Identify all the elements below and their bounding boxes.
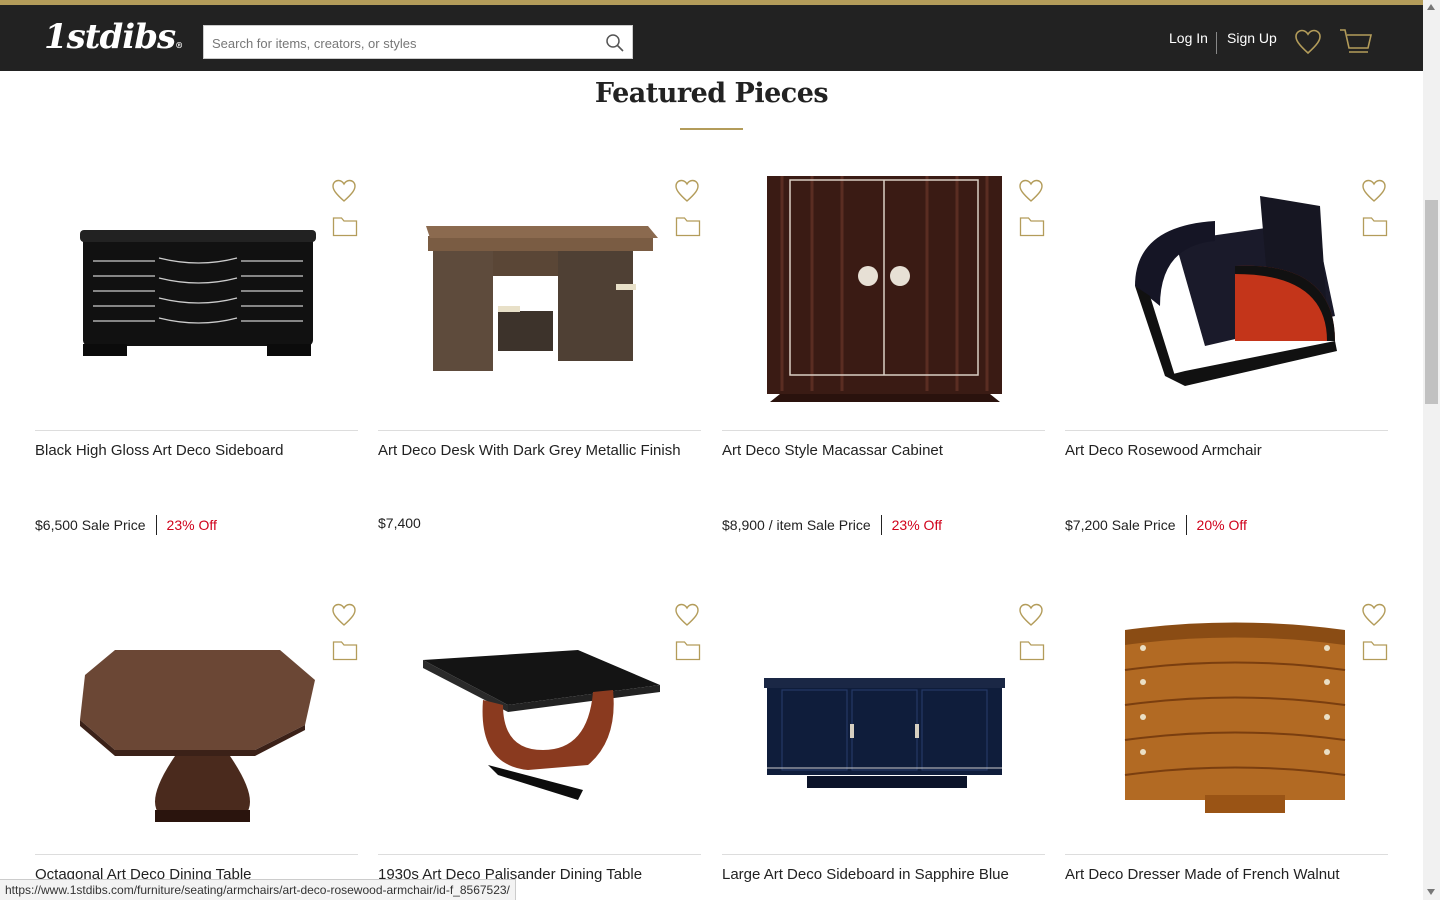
product-price: $6,500 Sale Price 23% Off — [35, 515, 217, 535]
heart-icon[interactable] — [1018, 178, 1044, 204]
section-title-underline — [680, 128, 743, 130]
card-divider — [1065, 854, 1388, 855]
folder-icon[interactable] — [1362, 215, 1388, 237]
auth-divider — [1216, 32, 1217, 54]
folder-icon[interactable] — [1362, 639, 1388, 661]
heart-icon[interactable] — [1294, 28, 1322, 56]
product-image[interactable] — [1065, 166, 1388, 426]
product-image[interactable] — [722, 590, 1045, 850]
folder-icon[interactable] — [1019, 215, 1045, 237]
folder-icon[interactable] — [332, 639, 358, 661]
folder-icon[interactable] — [675, 639, 701, 661]
section-title: Featured Pieces — [594, 78, 829, 109]
folder-icon[interactable] — [675, 215, 701, 237]
card-divider — [35, 854, 358, 855]
scroll-up-arrow-icon[interactable] — [1427, 4, 1435, 10]
discount-badge: 23% Off — [891, 517, 942, 533]
product-title[interactable]: Art Deco Desk With Dark Grey Metallic Fi… — [378, 442, 681, 459]
price-divider — [1185, 515, 1187, 535]
search-box — [203, 25, 633, 59]
price-value: $7,200 Sale Price — [1065, 517, 1176, 533]
price-divider — [155, 515, 157, 535]
folder-icon[interactable] — [1019, 639, 1045, 661]
search-input[interactable] — [212, 32, 602, 54]
scroll-thumb[interactable] — [1425, 200, 1438, 404]
heart-icon[interactable] — [1361, 602, 1387, 628]
card-divider — [722, 854, 1045, 855]
product-title[interactable]: Art Deco Dresser Made of French Walnut — [1065, 866, 1340, 883]
heart-icon[interactable] — [674, 602, 700, 628]
heart-icon[interactable] — [1018, 602, 1044, 628]
scroll-down-arrow-icon[interactable] — [1427, 889, 1435, 895]
product-image[interactable] — [378, 590, 701, 850]
product-title[interactable]: Art Deco Style Macassar Cabinet — [722, 442, 943, 459]
product-image[interactable] — [35, 590, 358, 850]
price-value: $6,500 Sale Price — [35, 517, 146, 533]
product-title[interactable]: Black High Gloss Art Deco Sideboard — [35, 442, 283, 459]
price-value: $7,400 — [378, 515, 421, 531]
signup-link[interactable]: Sign Up — [1227, 30, 1277, 46]
product-title[interactable]: Art Deco Rosewood Armchair — [1065, 442, 1262, 459]
card-divider — [378, 854, 701, 855]
card-divider — [722, 430, 1045, 431]
browser-status-bar: https://www.1stdibs.com/furniture/seatin… — [0, 879, 516, 900]
heart-icon[interactable] — [331, 602, 357, 628]
price-divider — [880, 515, 882, 535]
discount-badge: 23% Off — [166, 517, 217, 533]
product-image[interactable] — [35, 166, 358, 426]
product-image[interactable] — [722, 166, 1045, 426]
heart-icon[interactable] — [674, 178, 700, 204]
product-image[interactable] — [378, 166, 701, 426]
price-value: $8,900 / item Sale Price — [722, 517, 871, 533]
cart-icon[interactable] — [1339, 27, 1373, 57]
discount-badge: 20% Off — [1196, 517, 1247, 533]
heart-icon[interactable] — [1361, 178, 1387, 204]
card-divider — [35, 430, 358, 431]
product-price: $7,200 Sale Price 20% Off — [1065, 515, 1247, 535]
card-divider — [378, 430, 701, 431]
product-title[interactable]: Large Art Deco Sideboard in Sapphire Blu… — [722, 866, 1009, 883]
product-price: $8,900 / item Sale Price 23% Off — [722, 515, 942, 535]
site-logo[interactable]: 1stdibs® — [44, 17, 183, 57]
heart-icon[interactable] — [331, 178, 357, 204]
page-scrollbar[interactable] — [1423, 0, 1440, 900]
search-icon[interactable] — [604, 32, 626, 54]
card-divider — [1065, 430, 1388, 431]
folder-icon[interactable] — [332, 215, 358, 237]
product-price: $7,400 — [378, 515, 421, 531]
login-link[interactable]: Log In — [1169, 30, 1208, 46]
top-navigation-bar: 1stdibs® Log In Sign Up — [0, 0, 1423, 71]
product-image[interactable] — [1065, 590, 1388, 850]
